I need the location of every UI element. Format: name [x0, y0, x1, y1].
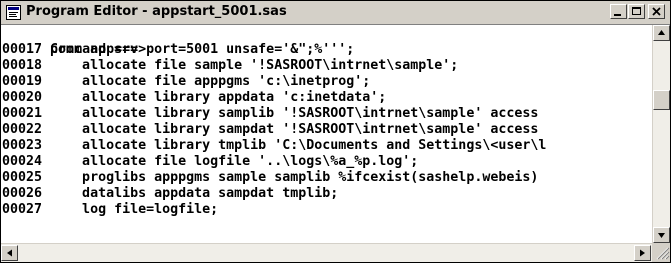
code-line[interactable]: 00017 proc appsrv port=5001 unsafe='&";%…: [2, 42, 354, 58]
code-line[interactable]: 00024 allocate file logfile '..\logs\%a_…: [2, 154, 418, 170]
code-text[interactable]: allocate file logfile '..\logs\%a_%p.log…: [42, 154, 418, 169]
code-text[interactable]: allocate file apppgms 'c:\inetprog';: [42, 74, 370, 89]
code-text[interactable]: proglibs apppgms sample samplib %ifcexis…: [42, 170, 538, 185]
arrow-left-icon: [7, 249, 12, 257]
line-number: 00019: [2, 74, 43, 89]
close-button[interactable]: [648, 4, 665, 19]
code-text[interactable]: proc appsrv port=5001 unsafe='&";%''';: [42, 42, 354, 57]
line-number: 00017: [2, 42, 43, 57]
line-number: 00023: [2, 138, 43, 153]
resize-grip-icon: [656, 247, 670, 260]
line-number: 00024: [2, 154, 43, 169]
code-text[interactable]: allocate library tmplib 'C:\Documents an…: [42, 138, 546, 153]
line-number: 00027: [2, 202, 43, 217]
maximize-icon: [632, 7, 641, 15]
code-line[interactable]: 00023 allocate library tmplib 'C:\Docume…: [2, 138, 546, 154]
code-text[interactable]: log file=logfile;: [42, 202, 218, 217]
vertical-scroll-thumb[interactable]: [653, 90, 670, 110]
program-editor-icon[interactable]: [6, 5, 21, 20]
title-bar[interactable]: Program Editor - appstart_5001.sas: [1, 1, 670, 25]
line-number: 00021: [2, 106, 43, 121]
line-number: 00025: [2, 170, 43, 185]
code-text[interactable]: allocate library appdata 'c:inetdata';: [42, 90, 386, 105]
line-number: 00026: [2, 186, 43, 201]
code-text[interactable]: allocate library sampdat '!SASROOT\intrn…: [42, 122, 538, 137]
code-line[interactable]: 00018 allocate file sample '!SASROOT\int…: [2, 58, 458, 74]
resize-grip[interactable]: [652, 243, 670, 262]
horizontal-scrollbar[interactable]: [1, 243, 652, 262]
command-line[interactable]: Command ===>: [2, 26, 146, 57]
code-line[interactable]: 00020 allocate library appdata 'c:inetda…: [2, 90, 386, 106]
program-editor-window: Program Editor - appstart_5001.sas Comma…: [0, 0, 671, 263]
vertical-scrollbar[interactable]: [652, 25, 670, 243]
scroll-down-button[interactable]: [653, 227, 670, 243]
scroll-left-button[interactable]: [1, 245, 18, 261]
arrow-up-icon: [658, 30, 665, 35]
line-number: 00022: [2, 122, 43, 137]
minimize-icon: [614, 14, 621, 16]
scroll-up-button[interactable]: [653, 25, 670, 41]
line-number: 00020: [2, 90, 43, 105]
code-line[interactable]: 00019 allocate file apppgms 'c:\inetprog…: [2, 74, 370, 90]
code-text[interactable]: allocate file sample '!SASROOT\intrnet\s…: [42, 58, 458, 73]
code-line[interactable]: 00025 proglibs apppgms sample samplib %i…: [2, 170, 538, 186]
code-text[interactable]: allocate library samplib '!SASROOT\intrn…: [42, 106, 538, 121]
code-editor[interactable]: Command ===> 00017 proc appsrv port=5001…: [1, 25, 652, 243]
code-line[interactable]: 00027 log file=logfile;: [2, 202, 218, 218]
arrow-right-icon: [640, 249, 645, 257]
code-line[interactable]: 00021 allocate library samplib '!SASROOT…: [2, 106, 538, 122]
line-number: 00018: [2, 58, 43, 73]
code-line[interactable]: 00022 allocate library sampdat '!SASROOT…: [2, 122, 538, 138]
scroll-right-button[interactable]: [634, 245, 651, 261]
close-icon: [652, 7, 661, 16]
arrow-down-icon: [658, 233, 665, 238]
maximize-button[interactable]: [628, 4, 645, 19]
code-text[interactable]: datalibs appdata sampdat tmplib;: [42, 186, 338, 201]
code-line[interactable]: 00026 datalibs appdata sampdat tmplib;: [2, 186, 338, 202]
window-title: Program Editor - appstart_5001.sas: [26, 4, 287, 19]
minimize-button[interactable]: [610, 4, 627, 19]
